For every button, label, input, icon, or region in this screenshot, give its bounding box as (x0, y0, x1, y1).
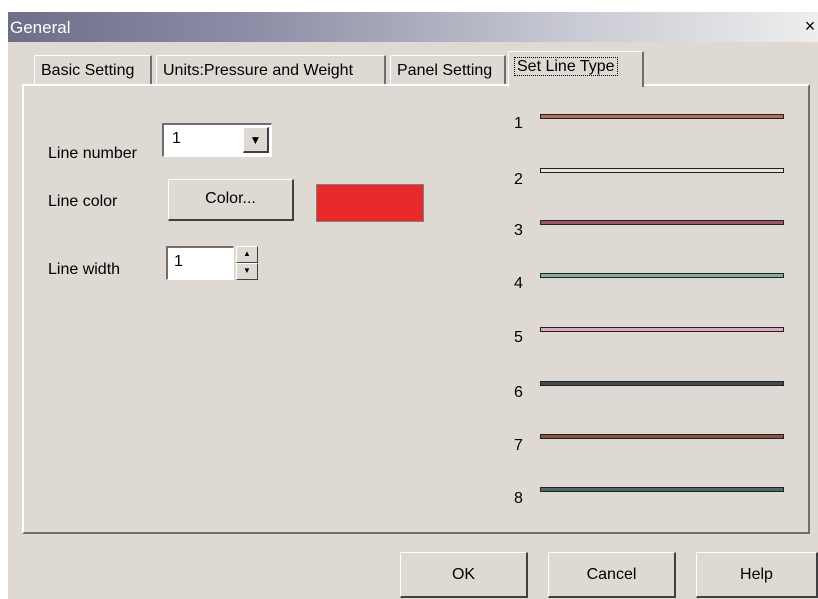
help-button-label: Help (740, 566, 773, 583)
tab-label: Set Line Type (514, 57, 618, 76)
color-button[interactable]: Color... (168, 179, 294, 221)
line-width-label: Line width (48, 261, 121, 278)
cancel-button[interactable]: Cancel (548, 552, 676, 598)
window-title: General (10, 18, 71, 37)
color-button-label: Color... (205, 190, 256, 207)
close-icon[interactable]: × (802, 17, 818, 35)
line-type-sample (540, 327, 784, 332)
ok-button[interactable]: OK (400, 552, 528, 598)
line-type-number: 7 (514, 437, 523, 454)
line-type-sample (540, 273, 784, 278)
line-type-number: 2 (514, 171, 523, 188)
line-number-value: 1 (172, 130, 181, 147)
line-type-sample (540, 220, 784, 225)
help-button[interactable]: Help (696, 552, 818, 598)
line-type-number: 8 (514, 490, 523, 507)
spin-up-icon[interactable]: ▲ (236, 246, 258, 263)
line-number-dropdown[interactable]: 1 ▼ (162, 123, 272, 157)
spin-down-icon[interactable]: ▼ (236, 263, 258, 280)
line-type-sample (540, 114, 784, 119)
tab-units-pressure-weight[interactable]: Units:Pressure and Weight (156, 55, 386, 85)
chevron-down-icon[interactable]: ▼ (243, 127, 269, 153)
line-width-input[interactable]: 1 (166, 246, 234, 280)
line-type-number: 6 (514, 384, 523, 401)
tab-panel-setting[interactable]: Panel Setting (390, 55, 506, 85)
line-number-label: Line number (48, 145, 137, 162)
tab-label: Basic Setting (41, 62, 135, 79)
tab-basic-setting[interactable]: Basic Setting (34, 55, 152, 85)
cancel-button-label: Cancel (586, 566, 637, 583)
line-type-sample (540, 434, 784, 439)
title-bar[interactable]: General × (8, 12, 818, 42)
tab-set-line-type[interactable]: Set Line Type (508, 51, 644, 87)
tab-label: Units:Pressure and Weight (163, 62, 354, 79)
tab-panel (22, 84, 810, 534)
line-color-label: Line color (48, 193, 118, 210)
line-type-sample (540, 381, 784, 386)
line-type-sample (540, 487, 784, 492)
line-type-number: 3 (514, 222, 523, 239)
ok-button-label: OK (451, 566, 476, 583)
line-type-number: 4 (514, 275, 523, 292)
line-width-value: 1 (174, 253, 183, 270)
line-type-number: 5 (514, 329, 523, 346)
line-type-sample (540, 168, 784, 173)
line-color-swatch (316, 184, 424, 222)
line-type-number: 1 (514, 115, 523, 132)
tab-label: Panel Setting (397, 62, 493, 79)
